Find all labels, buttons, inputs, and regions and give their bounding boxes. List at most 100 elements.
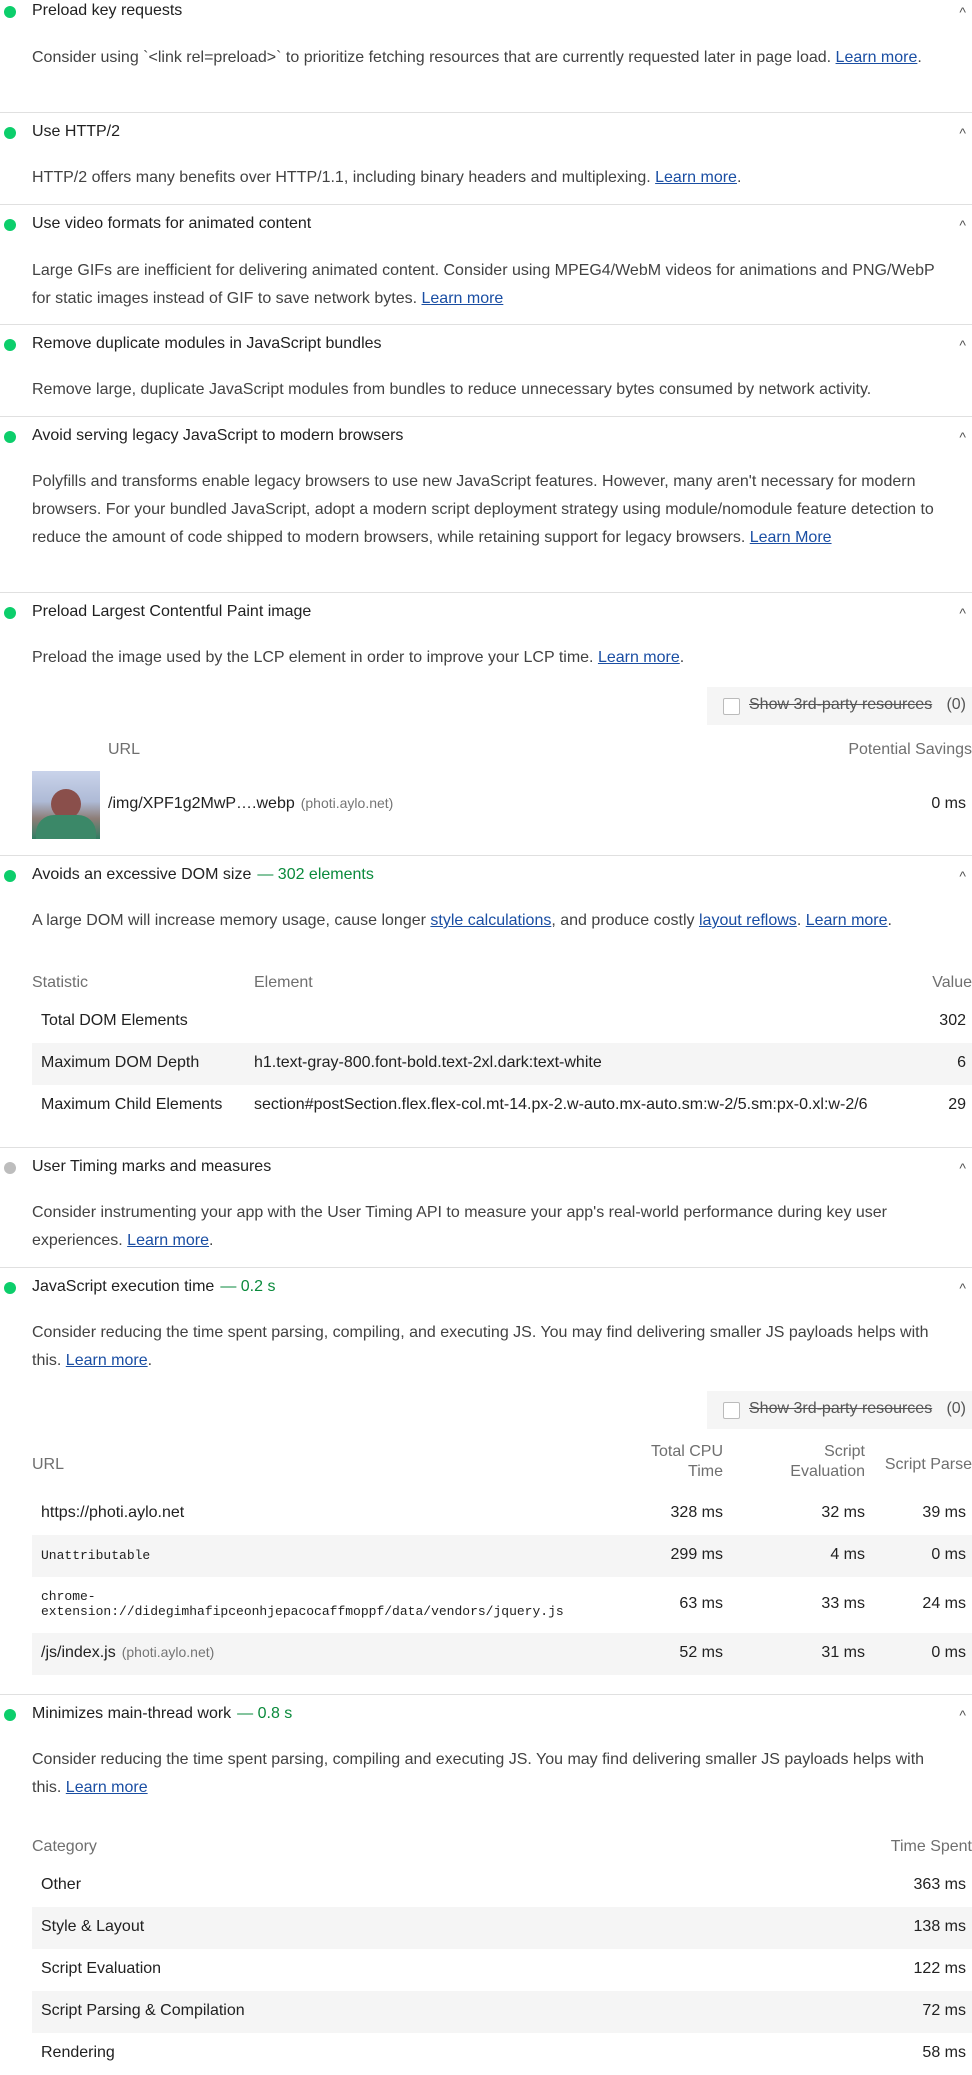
chevron-up-icon[interactable]: ^	[959, 4, 966, 20]
column-header-potential-savings: Potential Savings	[848, 741, 972, 758]
statistic-value: 6	[957, 1054, 966, 1071]
audit-header[interactable]: Remove duplicate modules in JavaScript b…	[0, 325, 972, 353]
category-name: Script Parsing & Compilation	[41, 2002, 245, 2019]
chevron-up-icon[interactable]: ^	[959, 605, 966, 621]
time-spent: 72 ms	[922, 2002, 966, 2019]
statistic-name: Total DOM Elements	[41, 1012, 188, 1029]
audit-title: Preload key requests	[32, 2, 183, 19]
chevron-up-icon[interactable]: ^	[959, 429, 966, 445]
chevron-up-icon[interactable]: ^	[959, 1707, 966, 1723]
audit-title: Use video formats for animated content	[32, 215, 312, 232]
learn-more-link[interactable]: Learn more	[66, 1779, 148, 1796]
chevron-up-icon[interactable]: ^	[959, 217, 966, 233]
audit-header[interactable]: Avoid serving legacy JavaScript to moder…	[0, 417, 972, 445]
audit-header[interactable]: Preload key requests ^	[0, 0, 972, 28]
table-row: /js/index.js (photi.aylo.net) 52 ms 31 ms…	[32, 1633, 972, 1675]
audit-title: Preload Largest Contentful Paint image	[32, 603, 312, 620]
audit-header[interactable]: Minimizes main-thread work — 0.8 s ^	[0, 1695, 972, 1723]
third-party-checkbox[interactable]	[723, 1402, 740, 1419]
audit-description: Consider reducing the time spent parsing…	[32, 1324, 929, 1369]
time-spent: 58 ms	[922, 2044, 966, 2061]
audit-title: User Timing marks and measures	[32, 1158, 272, 1175]
potential-savings-value: 0 ms	[931, 795, 966, 812]
column-header-url: URL	[108, 741, 141, 758]
learn-more-link[interactable]: Learn more	[655, 169, 737, 186]
pass-status-icon	[4, 1282, 16, 1294]
script-evaluation: 33 ms	[821, 1595, 865, 1612]
pass-status-icon	[4, 339, 16, 351]
script-url[interactable]: chrome-extension://didegimhafipceonhjepa…	[41, 1589, 564, 1619]
script-url[interactable]: https://photi.aylo.net	[41, 1504, 184, 1522]
audit-duplicate-modules: Remove duplicate modules in JavaScript b…	[0, 325, 972, 417]
third-party-label: Show 3rd-party resources	[749, 1400, 933, 1417]
audit-header[interactable]: Preload Largest Contentful Paint image ^	[0, 593, 972, 621]
audit-header[interactable]: Use video formats for animated content ^	[0, 205, 972, 233]
style-calculations-link[interactable]: style calculations	[430, 912, 551, 929]
chevron-up-icon[interactable]: ^	[959, 125, 966, 141]
audit-legacy-javascript: Avoid serving legacy JavaScript to moder…	[0, 417, 972, 593]
category-name: Script Evaluation	[41, 1960, 162, 1977]
pass-status-icon	[4, 6, 16, 18]
column-header-script-evaluation: Script Evaluation	[790, 1443, 865, 1480]
learn-more-link[interactable]: Learn more	[806, 912, 888, 929]
table-row: chrome-extension://didegimhafipceonhjepa…	[32, 1577, 972, 1633]
chevron-up-icon[interactable]: ^	[959, 1160, 966, 1176]
audit-header[interactable]: JavaScript execution time — 0.2 s ^	[0, 1268, 972, 1296]
total-cpu-time: 299 ms	[670, 1546, 723, 1563]
info-status-icon	[4, 1162, 16, 1174]
audit-header[interactable]: Avoids an excessive DOM size — 302 elemen…	[0, 856, 972, 884]
audit-user-timing: User Timing marks and measures ^ Conside…	[0, 1148, 972, 1268]
pass-status-icon	[4, 607, 16, 619]
audit-description: Consider using `<link rel=preload>` to p…	[32, 49, 922, 66]
audit-title: Avoids an excessive DOM size — 302 elemen…	[32, 866, 374, 883]
script-evaluation: 31 ms	[821, 1644, 865, 1661]
script-evaluation: 32 ms	[821, 1504, 865, 1521]
script-parse: 0 ms	[931, 1644, 966, 1661]
audit-description: Preload the image used by the LCP elemen…	[32, 649, 685, 666]
third-party-checkbox[interactable]	[723, 698, 740, 715]
third-party-toggle[interactable]: Show 3rd-party resources (0)	[707, 1391, 972, 1429]
audit-header[interactable]: User Timing marks and measures ^	[0, 1148, 972, 1176]
learn-more-link[interactable]: Learn more	[66, 1352, 148, 1369]
resource-url[interactable]: /img/XPF1g2MwP….webp (photi.aylo.net)	[108, 795, 393, 813]
total-cpu-time: 63 ms	[679, 1595, 723, 1612]
audit-description: Remove large, duplicate JavaScript modul…	[32, 381, 872, 398]
table-row: Total DOM Elements 302	[32, 1001, 972, 1043]
statistic-name: Maximum DOM Depth	[41, 1054, 200, 1071]
pass-status-icon	[4, 431, 16, 443]
script-parse: 39 ms	[922, 1504, 966, 1521]
table-row: Script Evaluation 122 ms	[32, 1949, 972, 1991]
time-spent: 138 ms	[913, 1918, 966, 1935]
learn-more-link[interactable]: Learn more	[836, 49, 918, 66]
learn-more-link[interactable]: Learn More	[750, 529, 832, 546]
audit-description: HTTP/2 offers many benefits over HTTP/1.…	[32, 169, 742, 186]
audit-header[interactable]: Use HTTP/2 ^	[0, 113, 972, 141]
pass-status-icon	[4, 127, 16, 139]
chevron-up-icon[interactable]: ^	[959, 1280, 966, 1296]
column-header-total-cpu-time: Total CPU Time	[650, 1443, 723, 1480]
element-selector: section#postSection.flex.flex-col.mt-14.…	[254, 1096, 868, 1113]
learn-more-link[interactable]: Learn more	[422, 290, 504, 307]
audit-preload-key-requests: Preload key requests ^ Consider using `<…	[0, 0, 972, 113]
pass-status-icon	[4, 870, 16, 882]
audit-title: Remove duplicate modules in JavaScript b…	[32, 335, 382, 352]
audit-description: A large DOM will increase memory usage, …	[32, 912, 892, 929]
learn-more-link[interactable]: Learn more	[598, 649, 680, 666]
script-parse: 24 ms	[922, 1595, 966, 1612]
learn-more-link[interactable]: Learn more	[127, 1232, 209, 1249]
script-evaluation: 4 ms	[830, 1546, 865, 1563]
audit-description: Large GIFs are inefficient for deliverin…	[32, 262, 935, 307]
statistic-value: 29	[948, 1096, 966, 1113]
column-header-value: Value	[932, 974, 972, 991]
script-parse: 0 ms	[931, 1546, 966, 1563]
total-cpu-time: 328 ms	[670, 1504, 723, 1521]
table-row: Style & Layout 138 ms	[32, 1907, 972, 1949]
script-url[interactable]: /js/index.js (photi.aylo.net)	[41, 1644, 214, 1662]
table-row: https://photi.aylo.net 328 ms 32 ms 39 m…	[32, 1493, 972, 1535]
chevron-up-icon[interactable]: ^	[959, 337, 966, 353]
chevron-up-icon[interactable]: ^	[959, 868, 966, 884]
layout-reflows-link[interactable]: layout reflows	[699, 912, 797, 929]
audit-dom-size: Avoids an excessive DOM size — 302 elemen…	[0, 856, 972, 1148]
table-row: Maximum DOM Depth h1.text-gray-800.font-…	[32, 1043, 972, 1085]
third-party-toggle[interactable]: Show 3rd-party resources (0)	[707, 687, 972, 725]
